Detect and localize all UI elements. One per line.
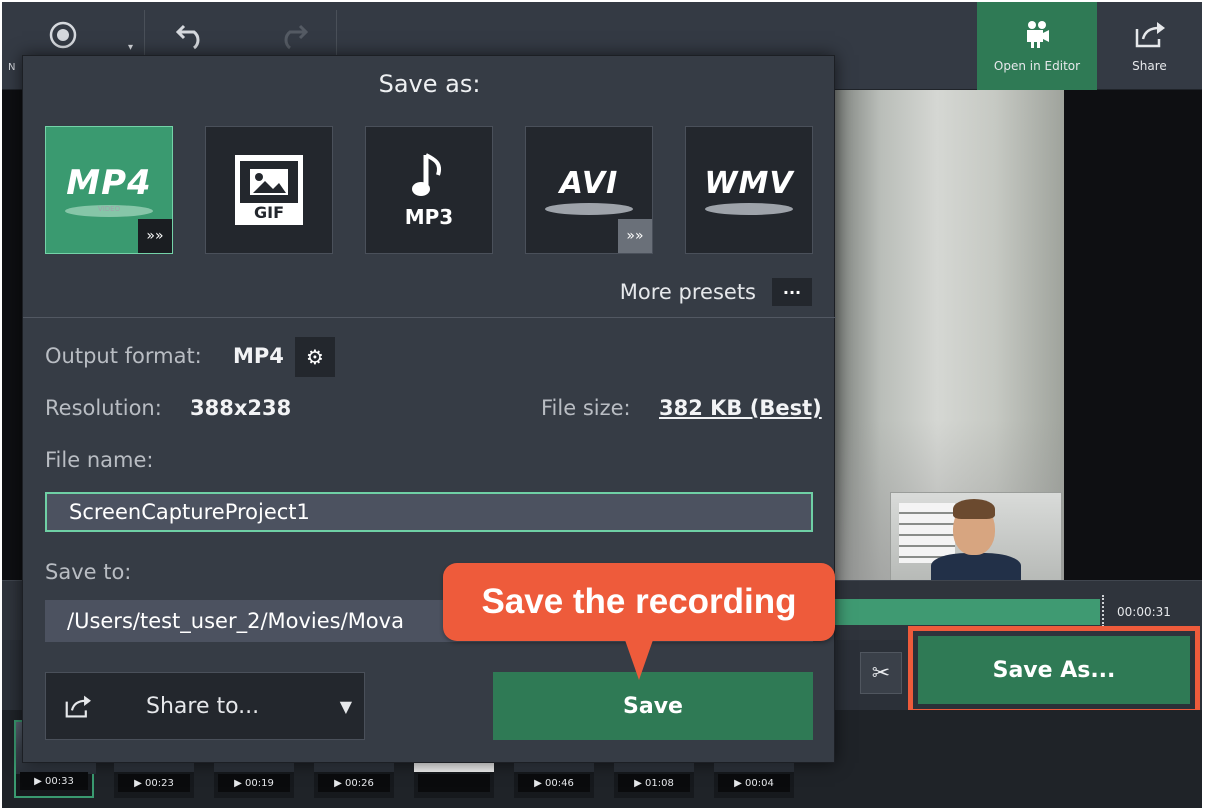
left-stub-label: N [8, 62, 16, 73]
play-icon: ▶ [534, 777, 546, 789]
thumbnail-time: 00:46 [545, 777, 574, 789]
share-to-label: Share to... [146, 693, 260, 719]
thumbnail-time: 00:04 [745, 777, 774, 789]
thumbnail-time: 00:19 [245, 777, 274, 789]
share-label: Share [1132, 59, 1167, 73]
toolbar-separator [144, 10, 145, 60]
preset-wmv[interactable]: WMV VIDEO [685, 126, 813, 254]
preset-label: GIF [253, 203, 284, 222]
resolution-label: Resolution: [45, 396, 162, 420]
preset-label: MP3 [404, 205, 454, 229]
divider [23, 317, 836, 318]
play-icon: ▶ [334, 777, 346, 789]
thumbnail-time: 00:26 [345, 777, 374, 789]
caret-down-icon: ▼ [339, 696, 352, 716]
save-as-button[interactable]: Save As... [918, 636, 1190, 704]
callout-pointer [625, 640, 653, 680]
open-in-editor-button[interactable]: Open in Editor [977, 2, 1097, 90]
expand-arrows-icon[interactable]: »» [138, 219, 172, 253]
preset-label: MP4 [66, 163, 152, 203]
more-presets-button[interactable]: ··· [772, 278, 812, 306]
timeline-end-marker[interactable] [1102, 595, 1104, 627]
save-to-label: Save to: [45, 560, 132, 584]
cut-button[interactable]: ✂ [860, 652, 902, 694]
preset-mp4[interactable]: MP4 VIDEO »» [45, 126, 173, 254]
preset-label: AVI [559, 165, 619, 201]
save-button[interactable]: Save [493, 672, 813, 740]
preset-sublabel: VIDEO [705, 202, 793, 215]
image-icon [240, 161, 298, 203]
redo-icon [284, 24, 308, 50]
ellipsis-icon: ··· [782, 282, 802, 302]
record-icon [49, 21, 77, 49]
timeline-progress[interactable] [834, 599, 1100, 625]
thumbnail-time: 01:08 [645, 777, 674, 789]
format-settings-button[interactable]: ⚙ [295, 337, 335, 377]
preset-avi[interactable]: AVI VIDEO »» [525, 126, 653, 254]
output-format-label: Output format: [45, 344, 202, 368]
thumbnail-time: 00:23 [145, 777, 174, 789]
play-icon: ▶ [734, 777, 746, 789]
preset-gif[interactable]: GIF [205, 126, 333, 254]
undo-icon [176, 24, 200, 50]
end-time-label: 00:00:31 [1117, 605, 1171, 619]
scissors-icon: ✂ [871, 660, 891, 686]
file-name-label: File name: [45, 448, 154, 472]
preset-sublabel: VIDEO [65, 205, 153, 217]
share-icon [65, 695, 91, 718]
resolution-value: 388x238 [190, 396, 292, 420]
play-icon: ▶ [234, 777, 246, 789]
callout-tooltip: Save the recording [443, 563, 835, 641]
share-to-dropdown[interactable]: Share to... ▼ [45, 672, 365, 740]
play-icon: ▶ [634, 777, 646, 789]
share-icon [1135, 22, 1165, 48]
play-icon: ▶ [134, 777, 146, 789]
share-toolbar-button[interactable]: Share [1097, 2, 1202, 90]
output-format-value: MP4 [233, 344, 284, 368]
music-note-icon [412, 153, 441, 196]
file-size-label: File size: [541, 396, 631, 420]
file-name-input[interactable]: ScreenCaptureProject1 [45, 492, 813, 532]
more-presets-label[interactable]: More presets [620, 280, 756, 304]
webcam-overlay [890, 492, 1062, 585]
more-presets: More presets ··· [620, 278, 812, 306]
preset-mp3[interactable]: MP3 [365, 126, 493, 254]
preset-label: WMV [704, 165, 794, 201]
gear-icon: ⚙ [306, 345, 324, 369]
film-camera-icon [1027, 21, 1049, 48]
open-in-editor-label: Open in Editor [993, 59, 1081, 73]
record-dropdown-icon[interactable]: ▾ [128, 42, 133, 53]
preset-sublabel: VIDEO [545, 202, 633, 215]
save-dialog: Save as: MP4 VIDEO »» GIF MP3 AVI VIDEO … [22, 55, 836, 763]
file-size-link[interactable]: 382 KB (Best) [659, 396, 822, 420]
toolbar-separator [336, 10, 337, 60]
thumbnail-time: 00:33 [45, 775, 74, 787]
dialog-title: Save as: [378, 70, 481, 98]
play-icon: ▶ [34, 775, 46, 787]
expand-arrows-icon[interactable]: »» [618, 219, 652, 253]
